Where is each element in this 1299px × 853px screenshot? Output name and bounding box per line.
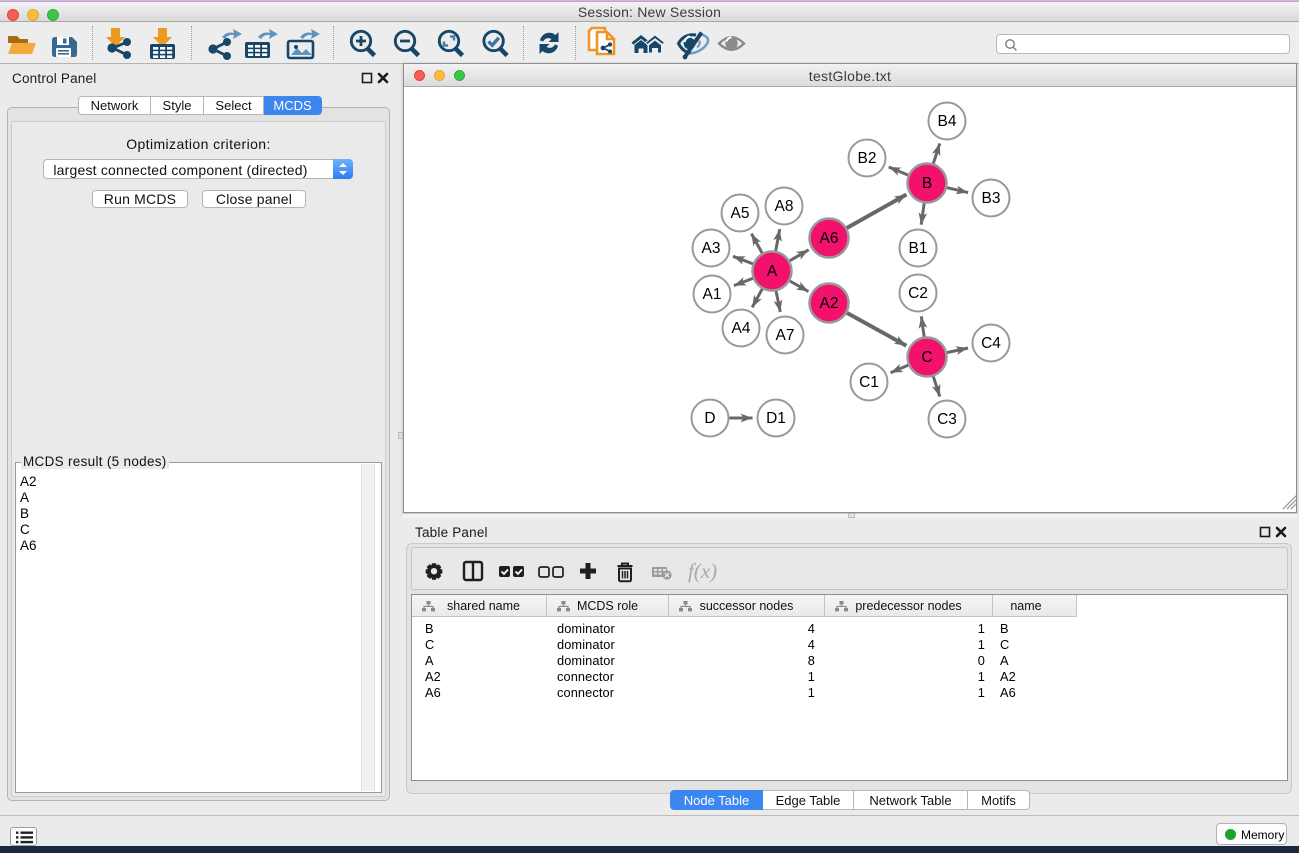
svg-text:f(x): f(x)	[688, 559, 717, 583]
svg-text:A1: A1	[703, 286, 722, 303]
svg-text:C4: C4	[981, 335, 1001, 352]
svg-text:A6: A6	[820, 230, 839, 247]
svg-text:C3: C3	[937, 411, 957, 428]
svg-text:A8: A8	[775, 198, 794, 215]
svg-text:B3: B3	[982, 190, 1001, 207]
svg-text:A7: A7	[776, 327, 795, 344]
svg-text:D: D	[704, 410, 715, 427]
svg-text:B2: B2	[858, 150, 877, 167]
svg-text:B1: B1	[909, 240, 928, 257]
svg-text:C: C	[921, 349, 932, 366]
svg-text:D1: D1	[766, 410, 786, 427]
svg-text:C2: C2	[908, 285, 928, 302]
svg-text:A4: A4	[732, 320, 751, 337]
svg-text:B: B	[922, 175, 932, 192]
svg-text:B4: B4	[938, 113, 957, 130]
svg-text:A5: A5	[731, 205, 750, 222]
svg-text:A3: A3	[702, 240, 721, 257]
svg-text:A: A	[767, 263, 778, 280]
svg-text:C1: C1	[859, 374, 879, 391]
svg-text:A2: A2	[820, 295, 839, 312]
